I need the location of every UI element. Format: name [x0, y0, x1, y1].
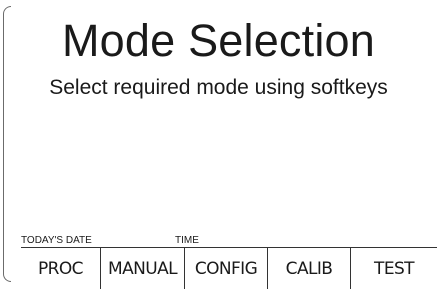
softkey-test[interactable]: TEST	[351, 248, 437, 289]
mode-selection-screen: Mode Selection Select required mode usin…	[0, 0, 437, 289]
todays-date-label: TODAY'S DATE	[21, 235, 92, 246]
softkey-manual[interactable]: MANUAL	[101, 248, 185, 289]
softkey-bar: PROC MANUAL CONFIG CALIB TEST	[21, 247, 437, 289]
softkey-config[interactable]: CONFIG	[185, 248, 268, 289]
softkey-proc[interactable]: PROC	[21, 248, 101, 289]
softkey-calib[interactable]: CALIB	[268, 248, 351, 289]
time-label: TIME	[175, 235, 199, 246]
instruction-text: Select required mode using softkeys	[49, 76, 388, 99]
status-row: TODAY'S DATE TIME	[0, 234, 437, 248]
page-title: Mode Selection	[62, 15, 375, 66]
